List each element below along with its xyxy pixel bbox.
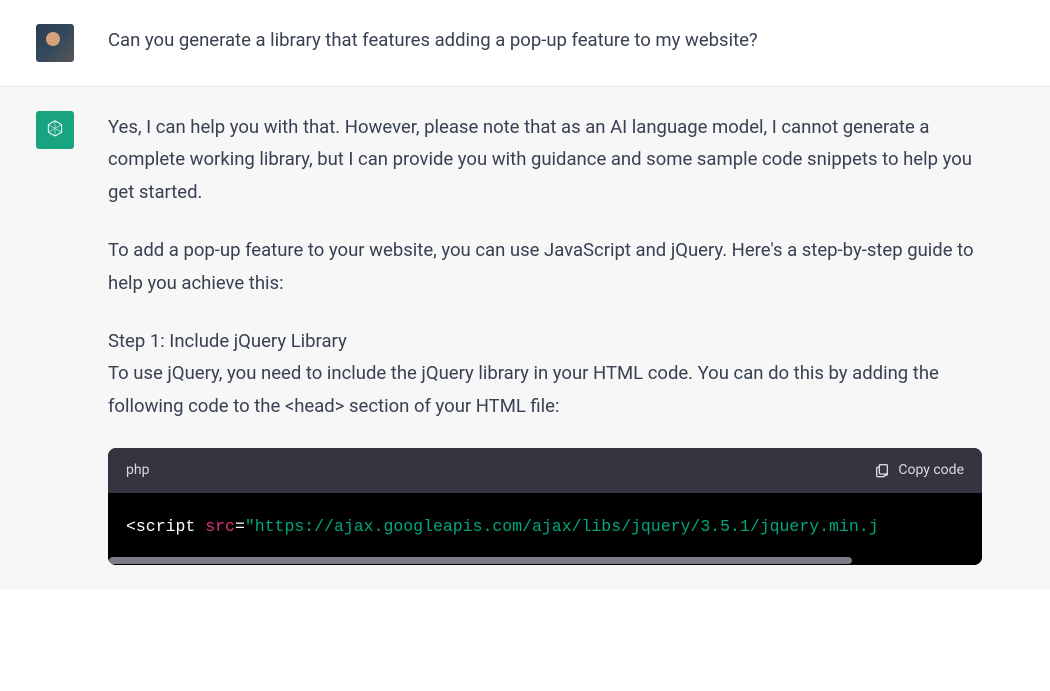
user-avatar	[36, 24, 74, 62]
assistant-message-row: Yes, I can help you with that. However, …	[0, 87, 1050, 589]
assistant-para-2: To add a pop-up feature to your website,…	[108, 234, 982, 299]
clipboard-icon	[874, 462, 890, 478]
openai-icon	[42, 117, 68, 143]
code-block: php Copy code <script src="https://ajax.…	[108, 448, 982, 565]
assistant-para-1: Yes, I can help you with that. However, …	[108, 111, 982, 208]
code-eq: =	[235, 517, 245, 536]
assistant-avatar	[36, 111, 74, 149]
step1-title: Step 1: Include jQuery Library	[108, 330, 347, 352]
code-content[interactable]: <script src="https://ajax.googleapis.com…	[108, 493, 982, 556]
code-scrollbar-thumb[interactable]	[109, 557, 852, 564]
step1-body: To use jQuery, you need to include the j…	[108, 362, 939, 416]
code-attr: src	[205, 517, 235, 536]
code-language-label: php	[126, 458, 149, 483]
code-string: "https://ajax.googleapis.com/ajax/libs/j…	[245, 517, 879, 536]
assistant-step1: Step 1: Include jQuery Library To use jQ…	[108, 325, 982, 422]
assistant-content: Yes, I can help you with that. However, …	[108, 111, 1018, 565]
assistant-text: Yes, I can help you with that. However, …	[108, 111, 982, 565]
avatar-column	[0, 111, 108, 565]
user-prompt-text: Can you generate a library that features…	[108, 24, 982, 56]
avatar-column	[0, 24, 108, 62]
copy-code-label: Copy code	[898, 458, 964, 483]
code-tag: <script	[126, 517, 195, 536]
user-content: Can you generate a library that features…	[108, 24, 1018, 62]
code-header: php Copy code	[108, 448, 982, 493]
copy-code-button[interactable]: Copy code	[874, 458, 964, 483]
user-message-row: Can you generate a library that features…	[0, 0, 1050, 87]
code-scrollbar-track[interactable]	[108, 555, 982, 565]
